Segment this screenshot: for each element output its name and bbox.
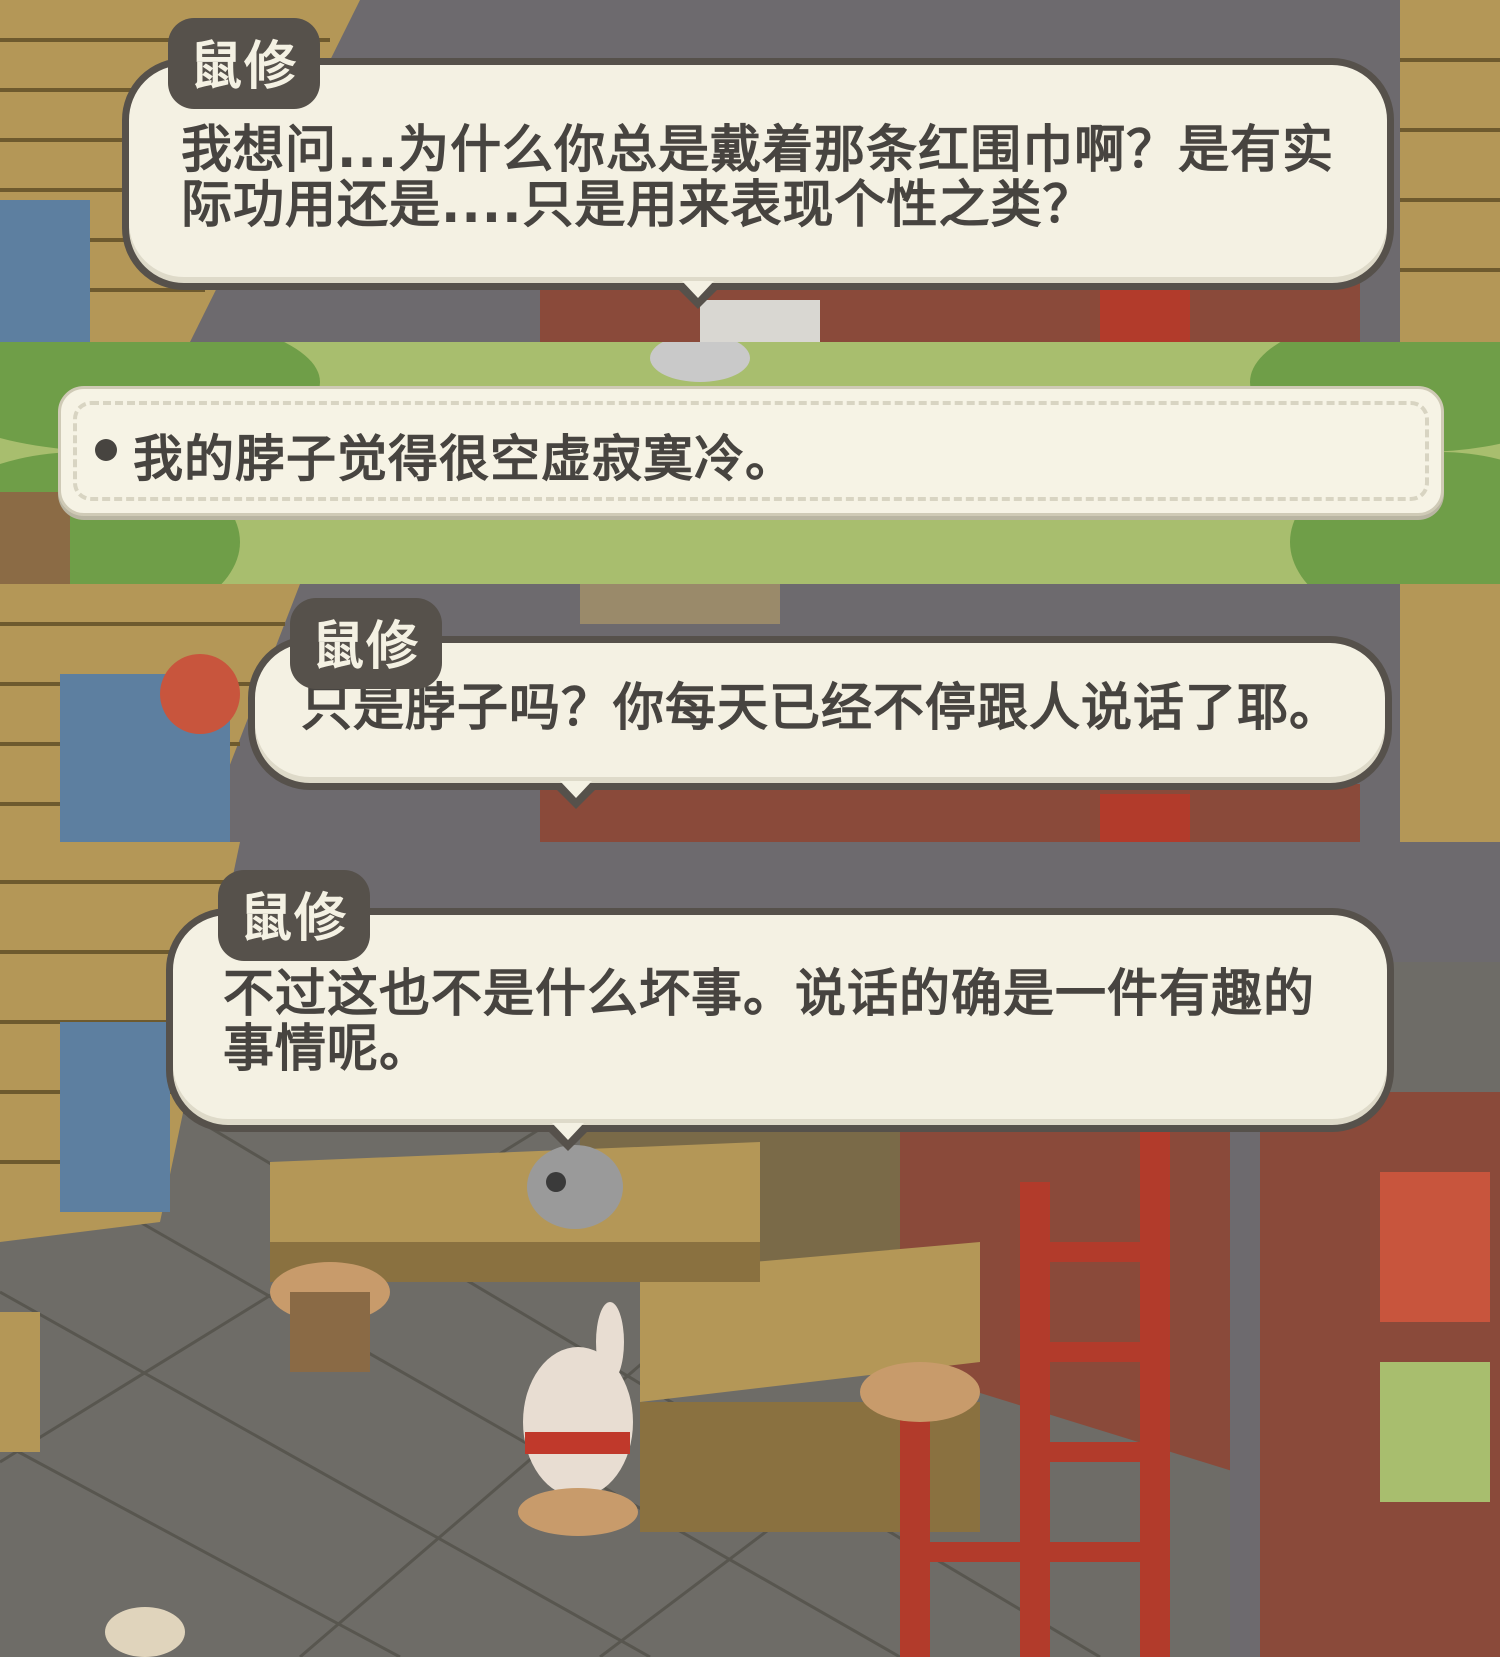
dialog-line: 际功用还是....只是用来表现个性之类？ [181,176,1095,235]
speech-tail-fill [560,781,592,798]
choice-option[interactable]: 我的脖子觉得很空虚寂寞冷。 [58,386,1444,516]
dialog-panel-1: 鼠修 我想问...为什么你总是戴着那条红围巾啊？是有实 际功用还是....只是用… [0,0,1500,342]
dialog-text-1: 我想问...为什么你总是戴着那条红围巾啊？是有实 际功用还是....只是用来表现… [181,123,1334,233]
dialog-panel-3: 鼠修 不过这也不是什么坏事。说话的确是一件有趣的 事情呢。 [0,842,1500,1657]
speaker-nametag-2: 鼠修 [290,598,443,689]
bullet-dot-icon [95,439,117,461]
dialog-text-3: 不过这也不是什么坏事。说话的确是一件有趣的 事情呢。 [223,967,1315,1077]
speaker-name: 鼠修 [312,617,421,677]
choice-panel: 我的脖子觉得很空虚寂寞冷。 [0,342,1500,584]
speaker-nametag-1: 鼠修 [168,18,321,109]
speech-tail-fill [552,1123,584,1140]
speaker-nametag-3: 鼠修 [218,870,371,961]
dialog-panel-2: 鼠修 只是脖子吗？你每天已经不停跟人说话了耶。 [0,584,1500,842]
speech-tail-fill [682,281,714,298]
dialog-line: 我想问...为什么你总是戴着那条红围巾啊？是有实 [181,121,1335,180]
choice-text: 我的脖子觉得很空虚寂寞冷。 [133,430,796,488]
speaker-name: 鼠修 [190,37,299,97]
dialog-line: 只是脖子吗？你每天已经不停跟人说话了耶。 [301,679,1342,738]
dialog-line: 事情呢。 [223,1020,432,1079]
dialog-text-2: 只是脖子吗？你每天已经不停跟人说话了耶。 [301,681,1341,736]
dialog-line: 不过这也不是什么坏事。说话的确是一件有趣的 [223,965,1316,1024]
speaker-name: 鼠修 [240,889,349,949]
